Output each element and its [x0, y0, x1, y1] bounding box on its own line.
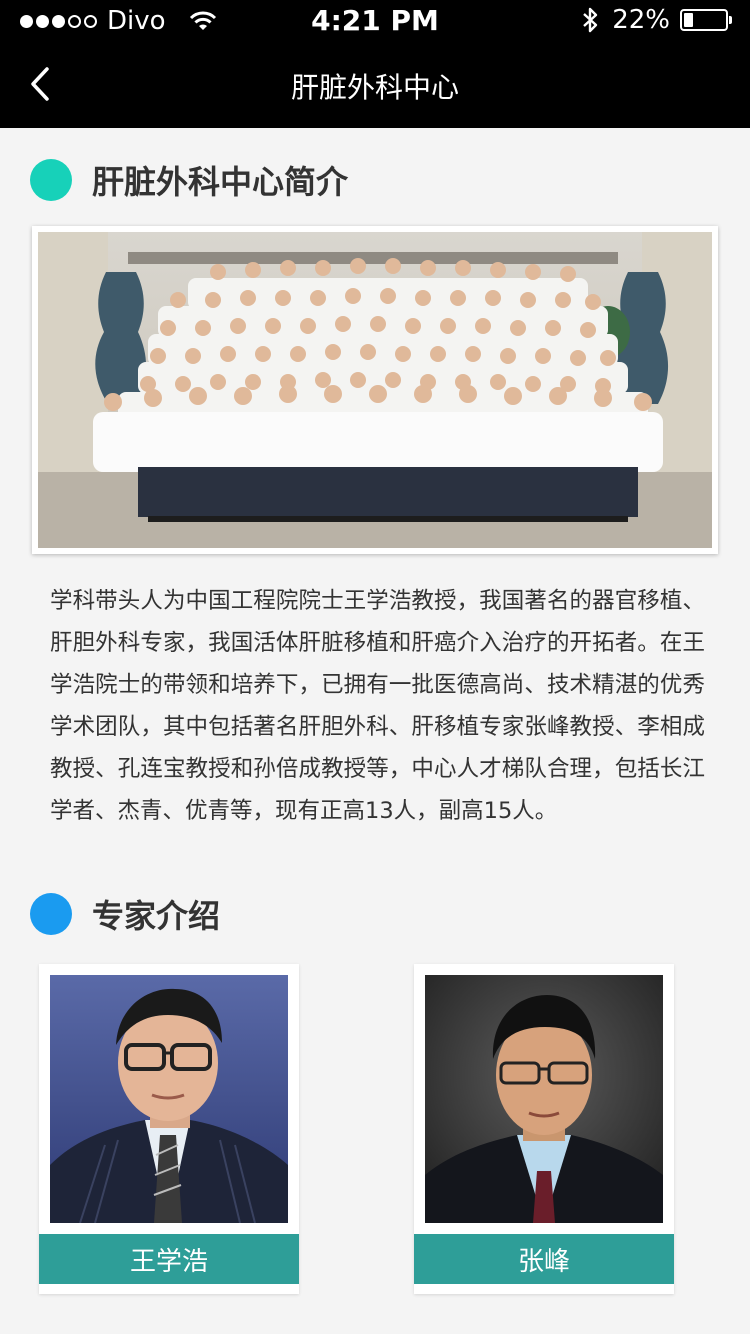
section-dot-icon	[30, 893, 72, 935]
page-title: 肝脏外科中心	[290, 71, 459, 104]
experts-section-header: 专家介绍	[30, 892, 220, 936]
intro-paragraph: 学科带头人为中国工程院院士王学浩教授，我国著名的器官移植、肝胆外科专家，我国活体…	[50, 588, 705, 824]
intro-section-header: 肝脏外科中心简介	[30, 158, 348, 202]
team-photo-image	[38, 232, 712, 548]
intro-section-title: 肝脏外科中心简介	[92, 163, 349, 201]
status-bar: Divo 4:21 PM 22%	[0, 0, 750, 40]
bluetooth-icon	[583, 7, 598, 33]
expert-card[interactable]: 张峰	[414, 964, 674, 1294]
battery-level-fill	[684, 13, 693, 27]
battery-icon	[680, 9, 732, 31]
experts-section-title: 专家介绍	[92, 897, 221, 935]
expert-portrait	[50, 975, 288, 1223]
status-right: 22%	[582, 5, 732, 35]
expert-card[interactable]: 王学浩	[39, 964, 299, 1294]
expert-name-label: 王学浩	[39, 1234, 299, 1284]
nav-bar: 肝脏外科中心	[0, 40, 750, 128]
section-dot-icon	[30, 159, 72, 201]
expert-name-label: 张峰	[414, 1234, 674, 1284]
battery-percent: 22%	[612, 5, 670, 35]
team-photo	[32, 226, 718, 554]
expert-portrait	[425, 975, 663, 1223]
